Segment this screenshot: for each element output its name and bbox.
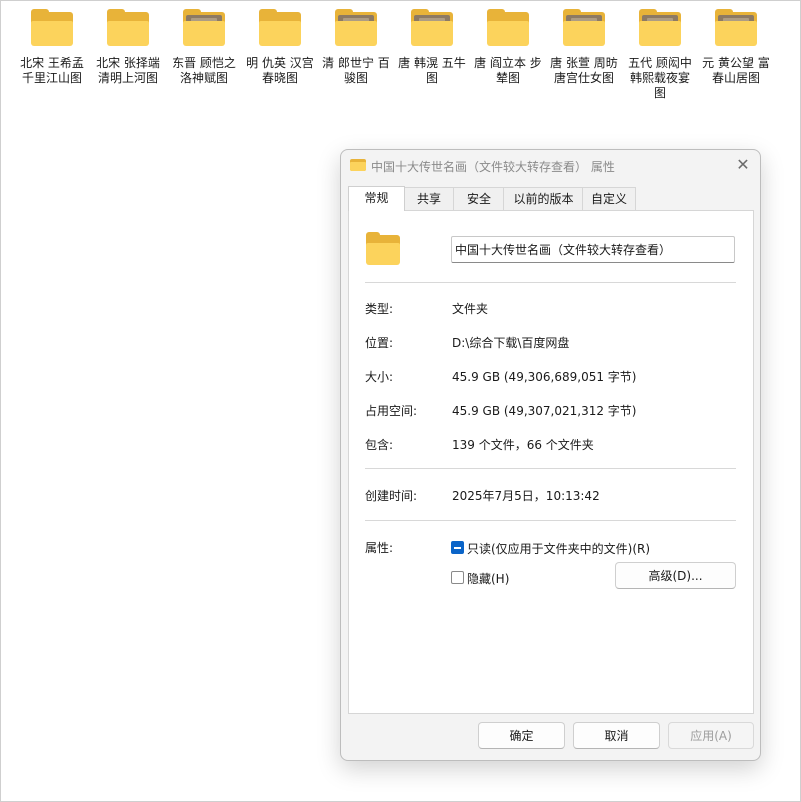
advanced-button[interactable]: 高级(D)... [615,562,736,589]
desktop-folder-0[interactable]: 北宋 王希孟 千里江山图 [14,9,90,86]
readonly-label[interactable]: 只读(仅应用于文件夹中的文件)(R) [467,540,650,557]
tab-general[interactable]: 常规 [348,186,405,211]
folder-label: 北宋 王希孟 千里江山图 [20,56,84,85]
general-panel: 类型: 文件夹 位置: D:\综合下载\百度网盘 大小: 45.9 GB (49… [348,210,754,714]
desktop-folder-1[interactable]: 北宋 张择端 清明上河图 [90,9,166,86]
desktop-folder-5[interactable]: 唐 韩滉 五牛图 [394,9,470,86]
ok-button[interactable]: 确定 [478,722,565,749]
separator [365,282,736,283]
desktop-folder-2[interactable]: 东晋 顾恺之 洛神赋图 [166,9,242,86]
folder-label: 清 郎世宁 百骏图 [322,56,390,85]
folder-label: 东晋 顾恺之 洛神赋图 [172,56,236,85]
type-label: 类型: [365,302,394,316]
contains-value: 139 个文件，66 个文件夹 [452,438,594,452]
desktop-folder-6[interactable]: 唐 阎立本 步辇图 [470,9,546,86]
cancel-button[interactable]: 取消 [573,722,660,749]
folder-icon [183,9,225,46]
readonly-checkbox[interactable] [451,541,464,554]
tab-sharing[interactable]: 共享 [403,187,455,210]
tab-previous-versions[interactable]: 以前的版本 [503,187,584,210]
size-value: 45.9 GB (49,306,689,051 字节) [452,370,637,384]
folder-icon [366,232,400,265]
folder-icon [335,9,377,46]
folder-icon [350,157,366,171]
disk-size-label: 占用空间: [365,404,418,418]
desktop-folder-3[interactable]: 明 仇英 汉宫春晓图 [242,9,318,86]
disk-size-value: 45.9 GB (49,307,021,312 字节) [452,404,637,418]
separator [365,520,736,521]
folder-icon [639,9,681,46]
folder-icon [487,9,529,46]
hidden-label[interactable]: 隐藏(H) [467,570,509,587]
desktop-folder-9[interactable]: 元 黄公望 富春山居图 [698,9,774,86]
folder-label: 唐 韩滉 五牛图 [398,56,466,85]
apply-button[interactable]: 应用(A) [668,722,754,749]
location-value: D:\综合下载\百度网盘 [452,336,570,350]
folder-icon [411,9,453,46]
created-label: 创建时间: [365,489,418,503]
created-value: 2025年7月5日，10:13:42 [452,489,600,503]
folder-label: 唐 阎立本 步辇图 [474,56,542,85]
desktop-folder-grid: 北宋 王希孟 千里江山图 北宋 张择端 清明上河图 东晋 顾恺之 洛神赋图 明 … [14,9,794,122]
type-value: 文件夹 [452,302,489,316]
tab-customize[interactable]: 自定义 [582,187,636,210]
location-label: 位置: [365,336,394,350]
desktop-folder-8[interactable]: 五代 顾闳中 韩熙载夜宴图 [622,9,698,101]
desktop-folder-4[interactable]: 清 郎世宁 百骏图 [318,9,394,86]
tab-security[interactable]: 安全 [453,187,505,210]
folder-icon [107,9,149,46]
dialog-titlebar[interactable]: 中国十大传世名画（文件较大转存查看） 属性 ✕ [341,150,760,182]
hidden-checkbox[interactable] [451,571,464,584]
folder-icon [563,9,605,46]
folder-name-input[interactable] [451,236,735,263]
folder-label: 唐 张萱 周昉 唐宫仕女图 [550,56,618,85]
dialog-title: 中国十大传世名画（文件较大转存查看） 属性 [371,160,615,174]
properties-dialog: 中国十大传世名画（文件较大转存查看） 属性 ✕ 常规 共享 安全 以前的版本 自… [340,149,761,761]
folder-label: 五代 顾闳中 韩熙载夜宴图 [628,56,692,100]
folder-label: 元 黄公望 富春山居图 [702,56,770,85]
folder-label: 明 仇英 汉宫春晓图 [246,56,314,85]
folder-icon [715,9,757,46]
folder-icon [259,9,301,46]
attributes-label: 属性: [365,541,394,555]
folder-icon [31,9,73,46]
desktop-folder-7[interactable]: 唐 张萱 周昉 唐宫仕女图 [546,9,622,86]
size-label: 大小: [365,370,394,384]
contains-label: 包含: [365,438,394,452]
separator [365,468,736,469]
folder-label: 北宋 张择端 清明上河图 [96,56,160,85]
close-icon[interactable]: ✕ [728,152,758,178]
